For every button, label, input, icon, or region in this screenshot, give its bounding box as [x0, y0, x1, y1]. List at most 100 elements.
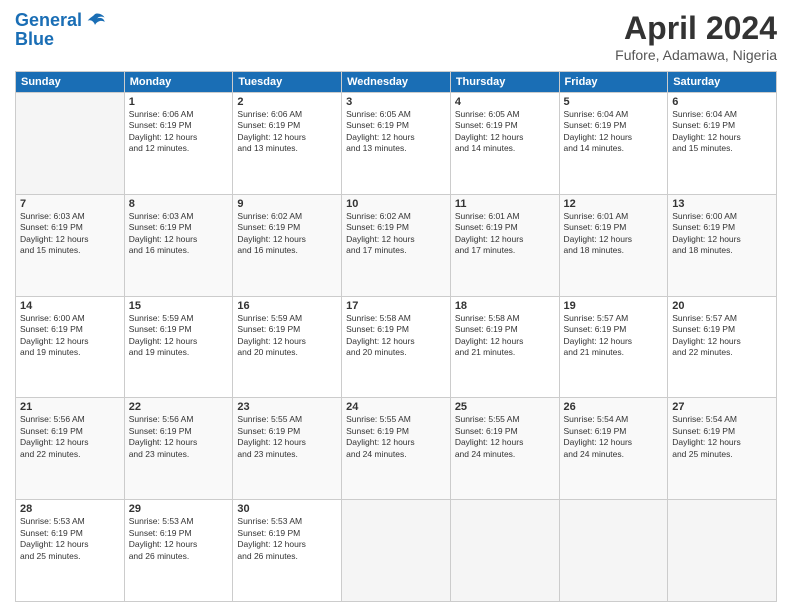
calendar-cell: 27Sunrise: 5:54 AM Sunset: 6:19 PM Dayli…	[668, 398, 777, 500]
main-title: April 2024	[615, 10, 777, 47]
calendar-table: SundayMondayTuesdayWednesdayThursdayFrid…	[15, 71, 777, 602]
calendar-cell: 14Sunrise: 6:00 AM Sunset: 6:19 PM Dayli…	[16, 296, 125, 398]
day-info: Sunrise: 5:56 AM Sunset: 6:19 PM Dayligh…	[129, 414, 229, 460]
day-info: Sunrise: 6:02 AM Sunset: 6:19 PM Dayligh…	[346, 211, 446, 257]
day-number: 5	[564, 96, 664, 108]
calendar-cell: 9Sunrise: 6:02 AM Sunset: 6:19 PM Daylig…	[233, 194, 342, 296]
day-number: 6	[672, 96, 772, 108]
day-info: Sunrise: 6:04 AM Sunset: 6:19 PM Dayligh…	[564, 109, 664, 155]
day-number: 16	[237, 300, 337, 312]
calendar-cell: 3Sunrise: 6:05 AM Sunset: 6:19 PM Daylig…	[342, 93, 451, 195]
calendar-cell: 29Sunrise: 5:53 AM Sunset: 6:19 PM Dayli…	[124, 500, 233, 602]
day-number: 26	[564, 401, 664, 413]
day-info: Sunrise: 6:06 AM Sunset: 6:19 PM Dayligh…	[237, 109, 337, 155]
day-info: Sunrise: 6:03 AM Sunset: 6:19 PM Dayligh…	[20, 211, 120, 257]
title-block: April 2024 Fufore, Adamawa, Nigeria	[615, 10, 777, 63]
subtitle: Fufore, Adamawa, Nigeria	[615, 47, 777, 63]
day-info: Sunrise: 6:01 AM Sunset: 6:19 PM Dayligh…	[455, 211, 555, 257]
calendar-cell: 12Sunrise: 6:01 AM Sunset: 6:19 PM Dayli…	[559, 194, 668, 296]
day-number: 12	[564, 198, 664, 210]
calendar-week-row: 28 Sunrise: 5:53 AM Sunset: 6:19 PM Dayli…	[16, 500, 777, 602]
day-info: Sunrise: 5:58 AM Sunset: 6:19 PM Dayligh…	[346, 313, 446, 359]
calendar-cell: 25Sunrise: 5:55 AM Sunset: 6:19 PM Dayli…	[450, 398, 559, 500]
calendar-week-row: 14Sunrise: 6:00 AM Sunset: 6:19 PM Dayli…	[16, 296, 777, 398]
calendar-header-friday: Friday	[559, 72, 668, 93]
calendar-cell: 7Sunrise: 6:03 AM Sunset: 6:19 PM Daylig…	[16, 194, 125, 296]
calendar-cell: 8Sunrise: 6:03 AM Sunset: 6:19 PM Daylig…	[124, 194, 233, 296]
day-number: 1	[129, 96, 229, 108]
header: General Blue April 2024 Fufore, Adamawa,…	[15, 10, 777, 63]
calendar-cell: 5Sunrise: 6:04 AM Sunset: 6:19 PM Daylig…	[559, 93, 668, 195]
day-info: Sunrise: 5:59 AM Sunset: 6:19 PM Dayligh…	[129, 313, 229, 359]
day-number: 23	[237, 401, 337, 413]
day-number: 14	[20, 300, 120, 312]
day-number: 29	[129, 503, 229, 515]
calendar-header-wednesday: Wednesday	[342, 72, 451, 93]
day-number: 10	[346, 198, 446, 210]
day-info: Sunrise: 6:02 AM Sunset: 6:19 PM Dayligh…	[237, 211, 337, 257]
day-number: 20	[672, 300, 772, 312]
day-number: 25	[455, 401, 555, 413]
day-info: Sunrise: 5:56 AM Sunset: 6:19 PM Dayligh…	[20, 414, 120, 460]
calendar-header-row: SundayMondayTuesdayWednesdayThursdayFrid…	[16, 72, 777, 93]
day-info: Sunrise: 5:55 AM Sunset: 6:19 PM Dayligh…	[346, 414, 446, 460]
day-info: Sunrise: 6:01 AM Sunset: 6:19 PM Dayligh…	[564, 211, 664, 257]
calendar-cell: 21Sunrise: 5:56 AM Sunset: 6:19 PM Dayli…	[16, 398, 125, 500]
calendar-cell: 13Sunrise: 6:00 AM Sunset: 6:19 PM Dayli…	[668, 194, 777, 296]
calendar-cell: 18Sunrise: 5:58 AM Sunset: 6:19 PM Dayli…	[450, 296, 559, 398]
calendar-cell: 30Sunrise: 5:53 AM Sunset: 6:19 PM Dayli…	[233, 500, 342, 602]
day-info: Sunrise: 5:57 AM Sunset: 6:19 PM Dayligh…	[672, 313, 772, 359]
calendar-cell	[450, 500, 559, 602]
logo-text: General	[15, 11, 82, 31]
calendar-week-row: 1Sunrise: 6:06 AM Sunset: 6:19 PM Daylig…	[16, 93, 777, 195]
calendar-cell: 20Sunrise: 5:57 AM Sunset: 6:19 PM Dayli…	[668, 296, 777, 398]
calendar-header-monday: Monday	[124, 72, 233, 93]
day-number: 7	[20, 198, 120, 210]
day-number: 27	[672, 401, 772, 413]
day-info: Sunrise: 5:54 AM Sunset: 6:19 PM Dayligh…	[672, 414, 772, 460]
day-info: Sunrise: 5:57 AM Sunset: 6:19 PM Dayligh…	[564, 313, 664, 359]
logo-bird-icon	[84, 10, 106, 32]
day-info: Sunrise: 5:54 AM Sunset: 6:19 PM Dayligh…	[564, 414, 664, 460]
day-info: Sunrise: 6:05 AM Sunset: 6:19 PM Dayligh…	[346, 109, 446, 155]
day-number: 22	[129, 401, 229, 413]
calendar-cell: 26Sunrise: 5:54 AM Sunset: 6:19 PM Dayli…	[559, 398, 668, 500]
page: General Blue April 2024 Fufore, Adamawa,…	[0, 0, 792, 612]
calendar-week-row: 7Sunrise: 6:03 AM Sunset: 6:19 PM Daylig…	[16, 194, 777, 296]
day-info: Sunrise: 6:00 AM Sunset: 6:19 PM Dayligh…	[20, 313, 120, 359]
day-info: Sunrise: 5:58 AM Sunset: 6:19 PM Dayligh…	[455, 313, 555, 359]
day-info: Sunrise: 5:53 AM Sunset: 6:19 PM Dayligh…	[129, 516, 229, 562]
day-info: Sunrise: 6:00 AM Sunset: 6:19 PM Dayligh…	[672, 211, 772, 257]
calendar-cell	[559, 500, 668, 602]
day-info: Sunrise: 5:55 AM Sunset: 6:19 PM Dayligh…	[455, 414, 555, 460]
day-info: Sunrise: 6:03 AM Sunset: 6:19 PM Dayligh…	[129, 211, 229, 257]
day-number: 11	[455, 198, 555, 210]
calendar-cell: 4Sunrise: 6:05 AM Sunset: 6:19 PM Daylig…	[450, 93, 559, 195]
day-info: Sunrise: 6:05 AM Sunset: 6:19 PM Dayligh…	[455, 109, 555, 155]
calendar-header-sunday: Sunday	[16, 72, 125, 93]
logo: General Blue	[15, 10, 106, 50]
day-number: 15	[129, 300, 229, 312]
day-number: 28	[20, 503, 120, 515]
day-number: 19	[564, 300, 664, 312]
day-number: 9	[237, 198, 337, 210]
calendar-header-thursday: Thursday	[450, 72, 559, 93]
calendar-cell: 6Sunrise: 6:04 AM Sunset: 6:19 PM Daylig…	[668, 93, 777, 195]
calendar-cell	[668, 500, 777, 602]
calendar-cell: 22Sunrise: 5:56 AM Sunset: 6:19 PM Dayli…	[124, 398, 233, 500]
day-info: Sunrise: 5:53 AM Sunset: 6:19 PM Dayligh…	[237, 516, 337, 562]
calendar-cell	[342, 500, 451, 602]
day-number: 8	[129, 198, 229, 210]
calendar-week-row: 21Sunrise: 5:56 AM Sunset: 6:19 PM Dayli…	[16, 398, 777, 500]
calendar-cell	[16, 93, 125, 195]
calendar-cell: 16Sunrise: 5:59 AM Sunset: 6:19 PM Dayli…	[233, 296, 342, 398]
day-info: Sunrise: 6:06 AM Sunset: 6:19 PM Dayligh…	[129, 109, 229, 155]
calendar-cell: 19Sunrise: 5:57 AM Sunset: 6:19 PM Dayli…	[559, 296, 668, 398]
day-info: Sunrise: 5:59 AM Sunset: 6:19 PM Dayligh…	[237, 313, 337, 359]
day-number: 17	[346, 300, 446, 312]
day-number: 13	[672, 198, 772, 210]
day-number: 30	[237, 503, 337, 515]
day-number: 24	[346, 401, 446, 413]
day-number: 21	[20, 401, 120, 413]
calendar-cell: 17Sunrise: 5:58 AM Sunset: 6:19 PM Dayli…	[342, 296, 451, 398]
